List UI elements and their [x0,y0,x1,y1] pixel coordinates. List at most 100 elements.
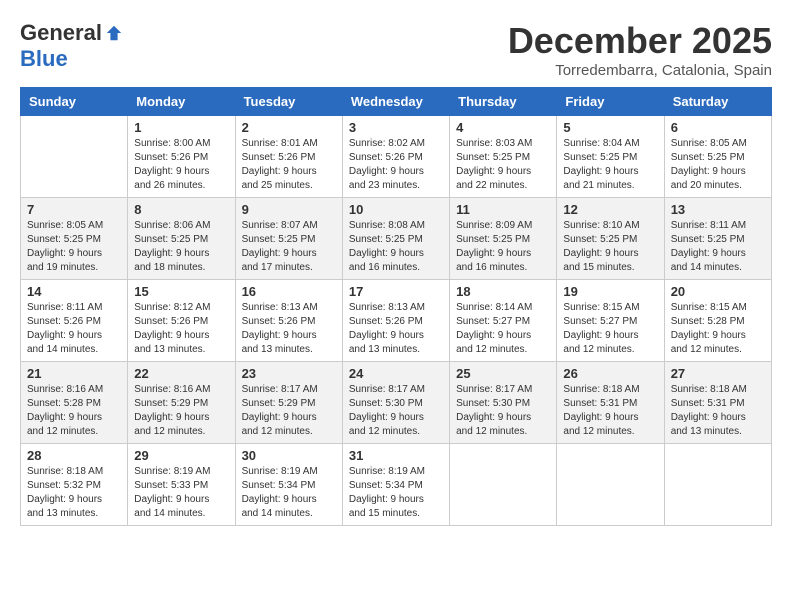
calendar-cell: 23 Sunrise: 8:17 AMSunset: 5:29 PMDayligh… [235,362,342,444]
day-detail: Sunrise: 8:16 AMSunset: 5:29 PMDaylight:… [134,383,228,439]
day-detail: Sunrise: 8:08 AMSunset: 5:25 PMDaylight:… [349,219,443,275]
day-number: 18 [456,284,550,299]
calendar-header-row: SundayMondayTuesdayWednesdayThursdayFrid… [21,88,772,116]
day-number: 20 [671,284,765,299]
calendar-cell: 1 Sunrise: 8:00 AMSunset: 5:26 PMDaylight… [128,116,235,198]
day-number: 31 [349,448,443,463]
calendar-cell: 13Sunrise: 8:11 AMSunset: 5:25 PMDayligh… [664,198,771,280]
day-detail: Sunrise: 8:19 AMSunset: 5:34 PMDaylight:… [349,465,443,521]
day-number: 24 [349,366,443,381]
calendar-cell: 6 Sunrise: 8:05 AMSunset: 5:25 PMDaylight… [664,116,771,198]
day-number: 7 [27,202,121,217]
title-block: December 2025 Torredembarra, Catalonia, … [508,20,772,79]
logo-general-text: General [20,20,102,46]
day-detail: Sunrise: 8:18 AMSunset: 5:32 PMDaylight:… [27,465,121,521]
day-number: 26 [563,366,657,381]
day-number: 30 [242,448,336,463]
day-detail: Sunrise: 8:13 AMSunset: 5:26 PMDaylight:… [349,301,443,357]
calendar-cell [21,116,128,198]
day-number: 23 [242,366,336,381]
calendar-header-saturday: Saturday [664,88,771,116]
day-number: 1 [134,120,228,135]
day-detail: Sunrise: 8:17 AMSunset: 5:30 PMDaylight:… [456,383,550,439]
day-detail: Sunrise: 8:18 AMSunset: 5:31 PMDaylight:… [563,383,657,439]
calendar-cell: 3 Sunrise: 8:02 AMSunset: 5:26 PMDaylight… [342,116,449,198]
day-number: 10 [349,202,443,217]
day-number: 14 [27,284,121,299]
day-number: 11 [456,202,550,217]
day-detail: Sunrise: 8:03 AMSunset: 5:25 PMDaylight:… [456,137,550,193]
day-number: 22 [134,366,228,381]
calendar-header-tuesday: Tuesday [235,88,342,116]
day-detail: Sunrise: 8:15 AMSunset: 5:27 PMDaylight:… [563,301,657,357]
calendar-cell: 22 Sunrise: 8:16 AMSunset: 5:29 PMDayligh… [128,362,235,444]
logo: General Blue [20,20,123,72]
calendar-cell: 17 Sunrise: 8:13 AMSunset: 5:26 PMDayligh… [342,280,449,362]
day-detail: Sunrise: 8:19 AMSunset: 5:34 PMDaylight:… [242,465,336,521]
day-number: 15 [134,284,228,299]
day-detail: Sunrise: 8:04 AMSunset: 5:25 PMDaylight:… [563,137,657,193]
calendar-week-row: 1 Sunrise: 8:00 AMSunset: 5:26 PMDaylight… [21,116,772,198]
day-detail: Sunrise: 8:16 AMSunset: 5:28 PMDaylight:… [27,383,121,439]
calendar-header-friday: Friday [557,88,664,116]
day-number: 28 [27,448,121,463]
day-number: 6 [671,120,765,135]
day-detail: Sunrise: 8:19 AMSunset: 5:33 PMDaylight:… [134,465,228,521]
day-number: 19 [563,284,657,299]
calendar-week-row: 21 Sunrise: 8:16 AMSunset: 5:28 PMDayligh… [21,362,772,444]
day-detail: Sunrise: 8:18 AMSunset: 5:31 PMDaylight:… [671,383,765,439]
calendar-header-wednesday: Wednesday [342,88,449,116]
day-number: 29 [134,448,228,463]
calendar-cell: 18 Sunrise: 8:14 AMSunset: 5:27 PMDayligh… [450,280,557,362]
day-detail: Sunrise: 8:15 AMSunset: 5:28 PMDaylight:… [671,301,765,357]
calendar-cell: 26 Sunrise: 8:18 AMSunset: 5:31 PMDayligh… [557,362,664,444]
day-detail: Sunrise: 8:17 AMSunset: 5:29 PMDaylight:… [242,383,336,439]
calendar-week-row: 14 Sunrise: 8:11 AMSunset: 5:26 PMDayligh… [21,280,772,362]
location-subtitle: Torredembarra, Catalonia, Spain [508,62,772,79]
day-detail: Sunrise: 8:09 AMSunset: 5:25 PMDaylight:… [456,219,550,275]
day-detail: Sunrise: 8:07 AMSunset: 5:25 PMDaylight:… [242,219,336,275]
calendar-cell: 27Sunrise: 8:18 AMSunset: 5:31 PMDayligh… [664,362,771,444]
calendar-cell: 28 Sunrise: 8:18 AMSunset: 5:32 PMDayligh… [21,444,128,526]
calendar-cell [557,444,664,526]
calendar-cell: 12 Sunrise: 8:10 AMSunset: 5:25 PMDayligh… [557,198,664,280]
calendar-cell: 9 Sunrise: 8:07 AMSunset: 5:25 PMDaylight… [235,198,342,280]
day-detail: Sunrise: 8:14 AMSunset: 5:27 PMDaylight:… [456,301,550,357]
calendar-cell: 20 Sunrise: 8:15 AMSunset: 5:28 PMDayligh… [664,280,771,362]
calendar-cell [450,444,557,526]
calendar-cell: 14 Sunrise: 8:11 AMSunset: 5:26 PMDayligh… [21,280,128,362]
day-detail: Sunrise: 8:05 AMSunset: 5:25 PMDaylight:… [671,137,765,193]
calendar-header-monday: Monday [128,88,235,116]
calendar-cell [664,444,771,526]
calendar-cell: 19 Sunrise: 8:15 AMSunset: 5:27 PMDayligh… [557,280,664,362]
day-detail: Sunrise: 8:10 AMSunset: 5:25 PMDaylight:… [563,219,657,275]
day-number: 2 [242,120,336,135]
day-number: 5 [563,120,657,135]
day-detail: Sunrise: 8:00 AMSunset: 5:26 PMDaylight:… [134,137,228,193]
day-detail: Sunrise: 8:02 AMSunset: 5:26 PMDaylight:… [349,137,443,193]
calendar-cell: 8Sunrise: 8:06 AMSunset: 5:25 PMDaylight… [128,198,235,280]
month-title: December 2025 [508,20,772,62]
calendar-cell: 16Sunrise: 8:13 AMSunset: 5:26 PMDayligh… [235,280,342,362]
day-number: 3 [349,120,443,135]
calendar-cell: 21 Sunrise: 8:16 AMSunset: 5:28 PMDayligh… [21,362,128,444]
day-number: 12 [563,202,657,217]
calendar-header-thursday: Thursday [450,88,557,116]
day-number: 9 [242,202,336,217]
day-detail: Sunrise: 8:11 AMSunset: 5:26 PMDaylight:… [27,301,121,357]
day-detail: Sunrise: 8:01 AMSunset: 5:26 PMDaylight:… [242,137,336,193]
day-number: 21 [27,366,121,381]
day-number: 16 [242,284,336,299]
day-number: 13 [671,202,765,217]
day-number: 17 [349,284,443,299]
calendar-cell: 7 Sunrise: 8:05 AMSunset: 5:25 PMDaylight… [21,198,128,280]
day-number: 25 [456,366,550,381]
page-header: General Blue December 2025 Torredembarra… [20,20,772,79]
calendar-week-row: 28 Sunrise: 8:18 AMSunset: 5:32 PMDayligh… [21,444,772,526]
calendar-week-row: 7 Sunrise: 8:05 AMSunset: 5:25 PMDaylight… [21,198,772,280]
day-detail: Sunrise: 8:05 AMSunset: 5:25 PMDaylight:… [27,219,121,275]
day-number: 4 [456,120,550,135]
calendar-cell: 25 Sunrise: 8:17 AMSunset: 5:30 PMDayligh… [450,362,557,444]
calendar-cell: 31 Sunrise: 8:19 AMSunset: 5:34 PMDayligh… [342,444,449,526]
calendar-cell: 29 Sunrise: 8:19 AMSunset: 5:33 PMDayligh… [128,444,235,526]
